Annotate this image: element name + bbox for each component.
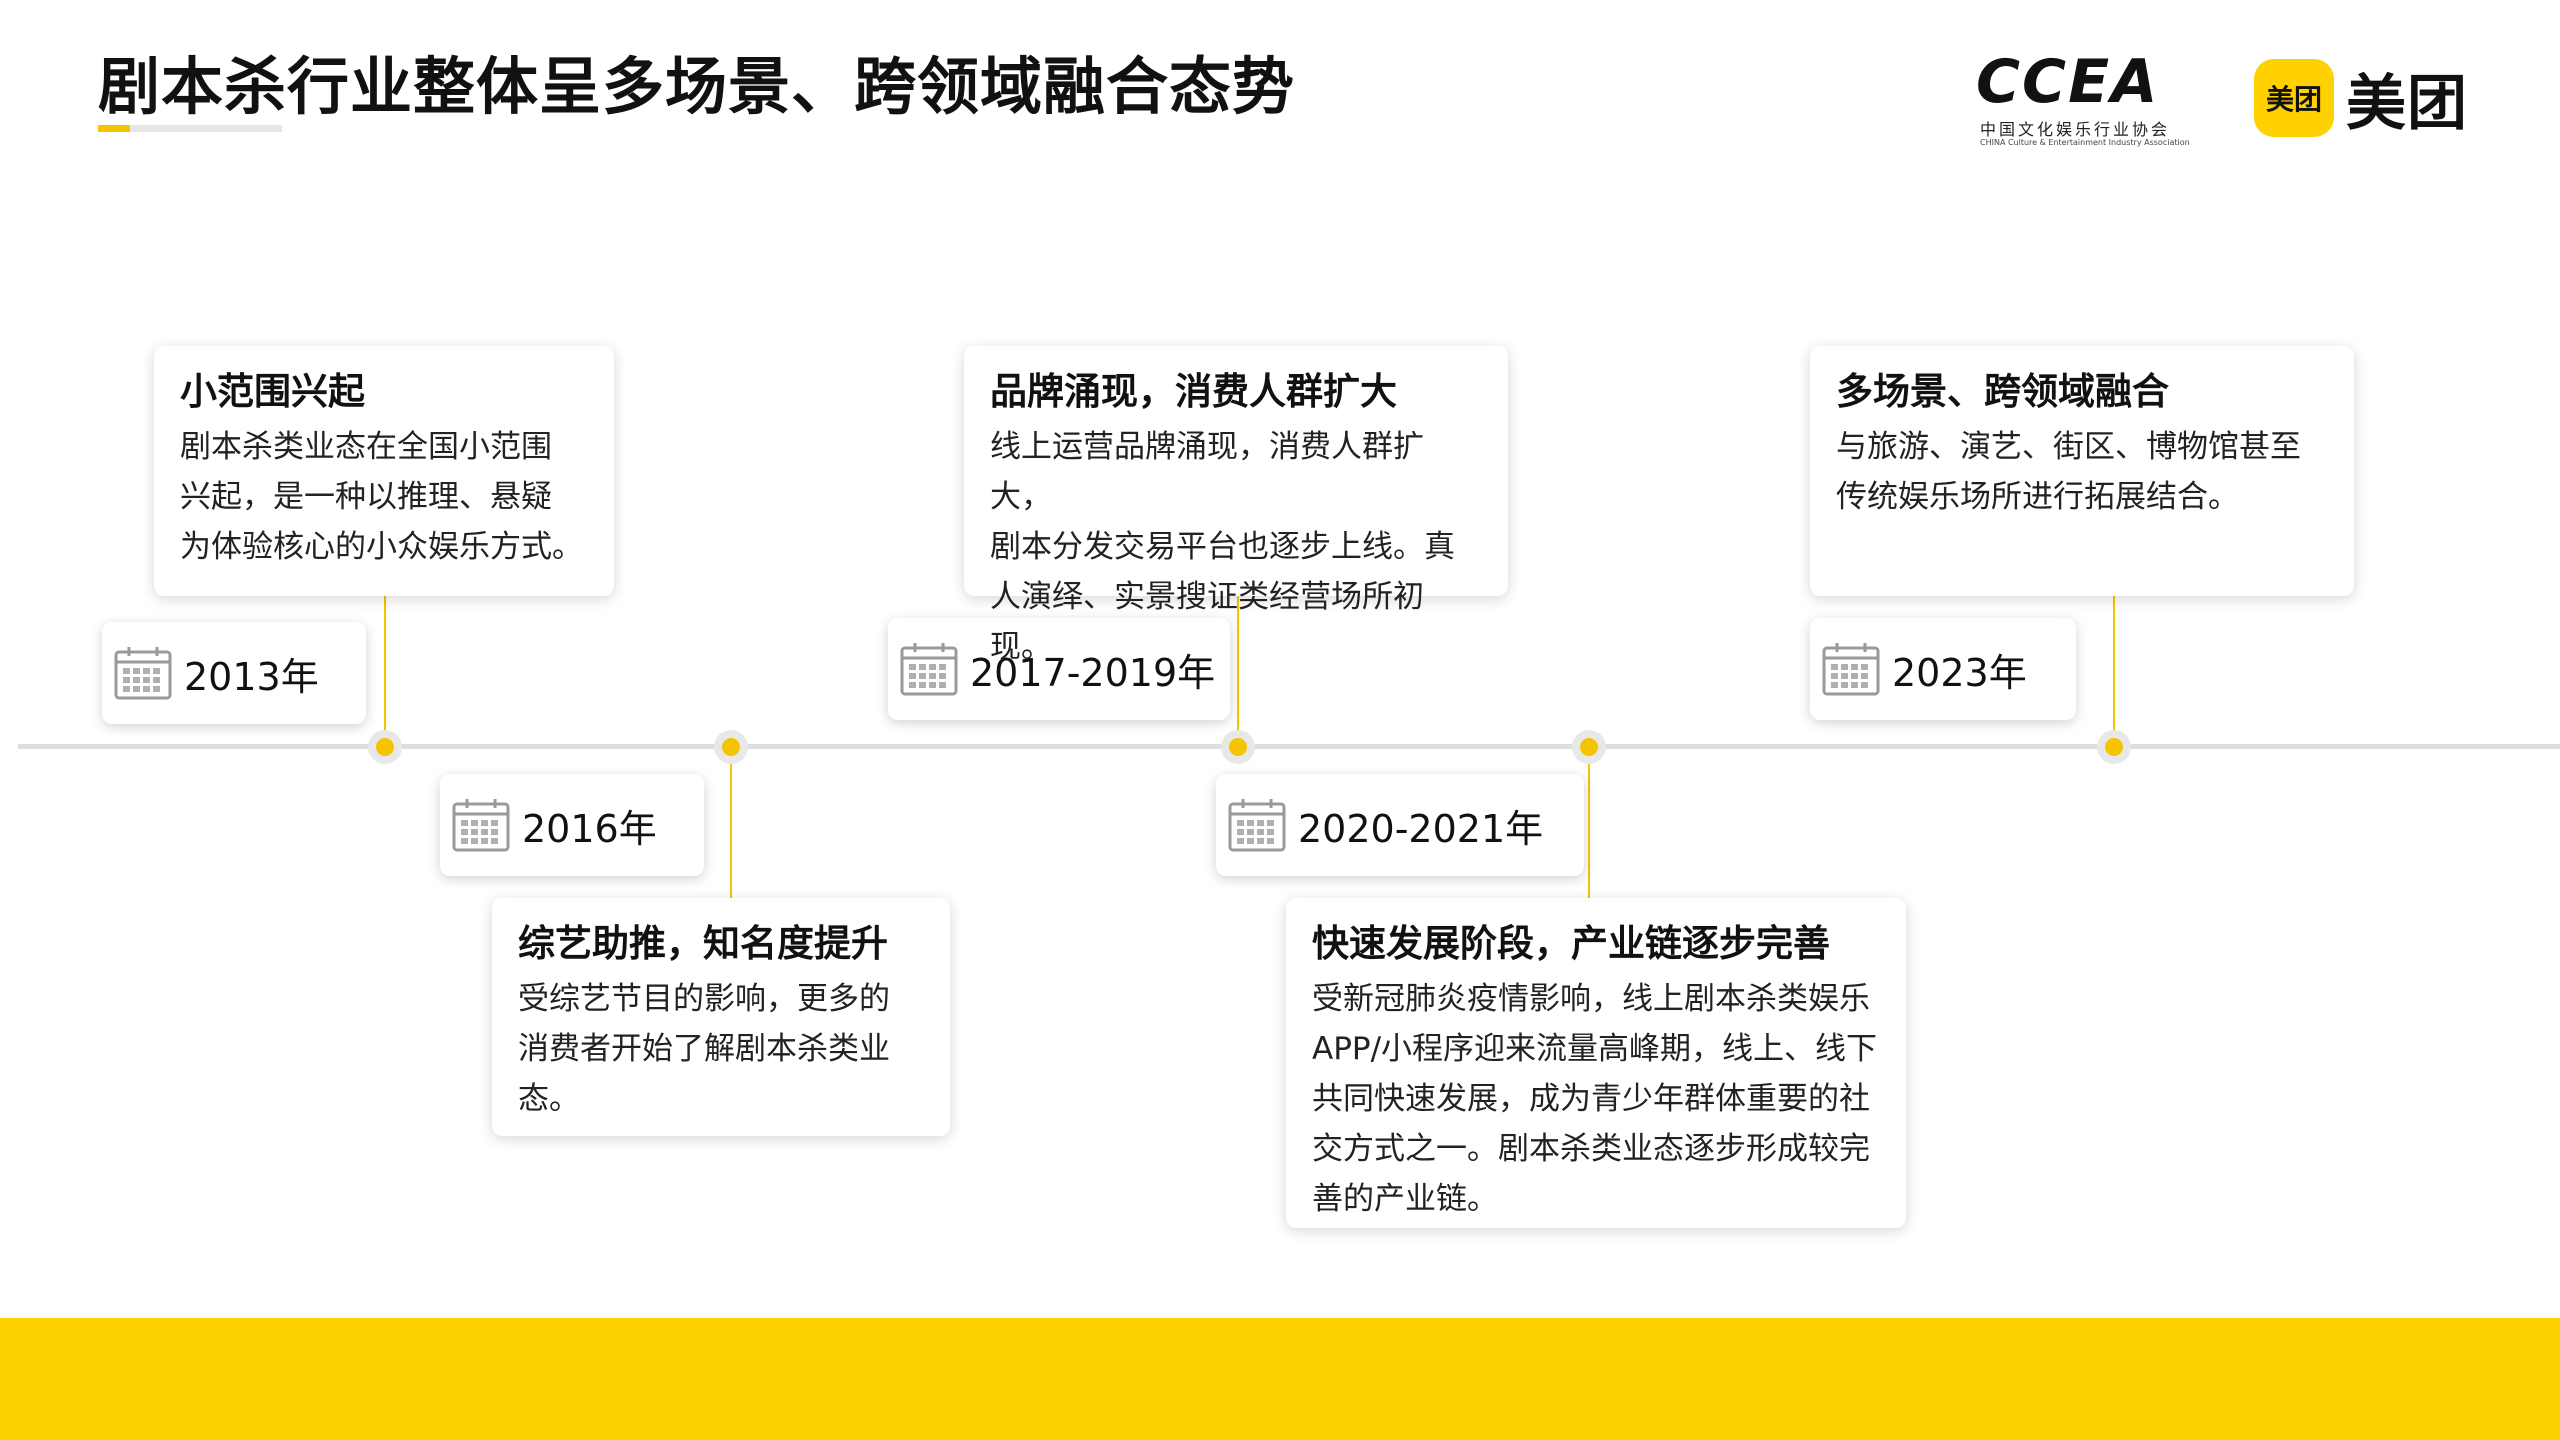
card-line: 传统娱乐场所进行拓展结合。 <box>1836 479 2239 516</box>
card-line: 消费者开始了解剧本杀类业 <box>518 1031 890 1068</box>
card-line: 与旅游、演艺、街区、博物馆甚至 <box>1836 429 2301 466</box>
year-label: 2023年 <box>1892 650 2027 695</box>
milestone-card-2016: 综艺助推，知名度提升 受综艺节目的影响，更多的 消费者开始了解剧本杀类业 态。 <box>492 898 950 1136</box>
timeline-node-2013 <box>368 730 402 764</box>
title-underline <box>98 125 282 132</box>
card-title: 小范围兴起 <box>180 370 365 413</box>
card-body: 受新冠肺炎疫情影响，线上剧本杀类娱乐 APP/小程序迎来流量高峰期，线上、线下 … <box>1312 974 1880 1224</box>
year-box-2016: 2016年 <box>440 774 704 876</box>
card-title: 品牌涌现，消费人群扩大 <box>990 370 1397 413</box>
milestone-card-2013: 小范围兴起 剧本杀类业态在全国小范围 兴起，是一种以推理、悬疑 为体验核心的小众… <box>154 346 614 596</box>
ccea-logo-mark: CCEA <box>1976 47 2160 117</box>
year-box-2013: 2013年 <box>102 622 366 724</box>
meituan-logo: 美团 美团 <box>2254 58 2468 139</box>
page-title: 剧本杀行业整体呈多场景、跨领域融合态势 <box>98 50 1296 123</box>
card-title: 综艺助推，知名度提升 <box>518 922 888 965</box>
card-line: 人演绎、实景搜证类经营场所初现。 <box>990 579 1424 666</box>
connector-2020-2021 <box>1588 748 1590 900</box>
calendar-icon <box>900 643 958 696</box>
card-line: 剧本分发交易平台也逐步上线。真 <box>990 529 1455 566</box>
connector-2013 <box>384 595 386 747</box>
meituan-badge-icon: 美团 <box>2254 59 2334 137</box>
calendar-icon <box>452 799 510 852</box>
card-line: 受综艺节目的影响，更多的 <box>518 981 890 1018</box>
card-line: APP/小程序迎来流量高峰期，线上、线下 <box>1312 1031 1878 1068</box>
milestone-card-2017-2019: 品牌涌现，消费人群扩大 线上运营品牌涌现，消费人群扩大， 剧本分发交易平台也逐步… <box>964 346 1508 665</box>
card-line: 剧本杀类业态在全国小范围 <box>180 429 552 466</box>
year-label: 2020-2021年 <box>1298 806 1544 851</box>
timeline-node-2023 <box>2097 730 2131 764</box>
card-line: 态。 <box>518 1081 580 1118</box>
calendar-icon <box>1822 643 1880 696</box>
milestone-card-2020-2021: 快速发展阶段，产业链逐步完善 受新冠肺炎疫情影响，线上剧本杀类娱乐 APP/小程… <box>1286 898 1906 1228</box>
ccea-name-cn: 中国文化娱乐行业协会 <box>1980 120 2171 139</box>
card-line: 受新冠肺炎疫情影响，线上剧本杀类娱乐 <box>1312 981 1870 1018</box>
card-line: 交方式之一。剧本杀类业态逐步形成较完 <box>1312 1131 1870 1168</box>
calendar-icon <box>114 647 172 700</box>
card-line: 善的产业链。 <box>1312 1181 1498 1218</box>
year-box-2023: 2023年 <box>1810 618 2076 720</box>
timeline-node-2020-2021 <box>1572 730 1606 764</box>
card-line: 线上运营品牌涌现，消费人群扩大， <box>990 429 1424 516</box>
card-line: 共同快速发展，成为青少年群体重要的社 <box>1312 1081 1870 1118</box>
card-body: 线上运营品牌涌现，消费人群扩大， 剧本分发交易平台也逐步上线。真 人演绎、实景搜… <box>990 422 1482 672</box>
year-label: 2013年 <box>184 654 319 699</box>
ccea-name-en: CHINA Culture & Entertainment Industry A… <box>1980 138 2190 147</box>
meituan-wordmark: 美团 <box>2346 68 2468 139</box>
title-underline-accent <box>98 125 130 132</box>
milestone-card-2023: 多场景、跨领域融合 与旅游、演艺、街区、博物馆甚至 传统娱乐场所进行拓展结合。 <box>1810 346 2354 596</box>
card-body: 与旅游、演艺、街区、博物馆甚至 传统娱乐场所进行拓展结合。 <box>1836 422 2328 522</box>
timeline-node-2016 <box>714 730 748 764</box>
footer-band <box>0 1318 2560 1440</box>
ccea-logo: CCEA 中国文化娱乐行业协会 CHINA Culture & Entertai… <box>1976 52 2198 148</box>
card-title: 多场景、跨领域融合 <box>1836 370 2169 413</box>
card-title: 快速发展阶段，产业链逐步完善 <box>1312 922 1830 965</box>
card-body: 受综艺节目的影响，更多的 消费者开始了解剧本杀类业 态。 <box>518 974 924 1124</box>
connector-2023 <box>2113 595 2115 747</box>
card-line: 为体验核心的小众娱乐方式。 <box>180 529 583 566</box>
calendar-icon <box>1228 799 1286 852</box>
timeline-node-2017-2019 <box>1221 730 1255 764</box>
card-body: 剧本杀类业态在全国小范围 兴起，是一种以推理、悬疑 为体验核心的小众娱乐方式。 <box>180 422 588 572</box>
connector-2016 <box>730 748 732 900</box>
year-label: 2016年 <box>522 806 657 851</box>
year-box-2020-2021: 2020-2021年 <box>1216 774 1584 876</box>
card-line: 兴起，是一种以推理、悬疑 <box>180 479 552 516</box>
